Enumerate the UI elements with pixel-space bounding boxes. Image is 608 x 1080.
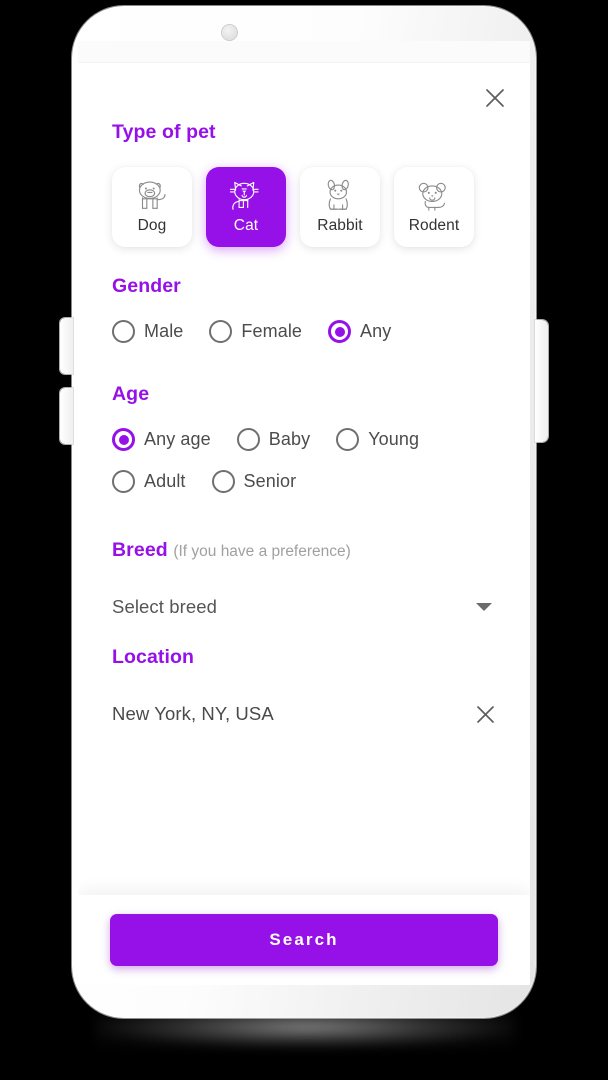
radio-icon bbox=[112, 470, 135, 493]
volume-up-button[interactable] bbox=[60, 318, 73, 374]
age-option-label: Baby bbox=[268, 429, 311, 449]
volume-down-button[interactable] bbox=[60, 388, 73, 444]
gender-title: Gender bbox=[112, 275, 181, 297]
screenshot-root: Type of pet Dog Cat Rabbit Rodent Gender… bbox=[0, 0, 608, 1080]
phone-screen: Type of pet Dog Cat Rabbit Rodent Gender… bbox=[78, 41, 530, 985]
age-option-young[interactable]: Young bbox=[336, 428, 419, 451]
age-options: Any age Baby Young Adult Senior bbox=[112, 428, 496, 493]
pet-type-card-dog[interactable]: Dog bbox=[112, 167, 192, 247]
location-input[interactable]: New York, NY, USA bbox=[112, 693, 496, 735]
pet-type-card-rodent[interactable]: Rodent bbox=[394, 167, 474, 247]
pet-type-label: Dog bbox=[137, 217, 167, 234]
radio-icon bbox=[211, 470, 235, 493]
gender-option-any[interactable]: Any bbox=[328, 320, 391, 343]
gender-options: Male Female Any bbox=[112, 320, 496, 343]
clear-location-button[interactable] bbox=[475, 704, 496, 725]
gender-option-label: Any bbox=[360, 321, 392, 341]
close-icon bbox=[484, 87, 506, 109]
age-option-label: Any age bbox=[144, 429, 211, 449]
age-option-adult[interactable]: Adult bbox=[112, 470, 186, 493]
radio-icon bbox=[236, 428, 260, 451]
front-camera-icon bbox=[222, 25, 237, 40]
cat-icon bbox=[227, 179, 265, 215]
filter-sheet: Type of pet Dog Cat Rabbit Rodent Gender… bbox=[78, 63, 530, 985]
pet-type-title: Type of pet bbox=[112, 121, 216, 143]
age-option-any-age[interactable]: Any age bbox=[112, 428, 211, 451]
status-bar bbox=[78, 41, 530, 63]
age-title: Age bbox=[112, 383, 150, 405]
rabbit-icon bbox=[321, 179, 359, 215]
pet-type-card-cat[interactable]: Cat bbox=[206, 167, 286, 247]
power-button[interactable] bbox=[535, 320, 548, 442]
age-option-senior[interactable]: Senior bbox=[211, 470, 297, 493]
pet-type-label: Cat bbox=[233, 217, 259, 234]
rodent-icon bbox=[415, 179, 453, 215]
pet-type-card-rabbit[interactable]: Rabbit bbox=[300, 167, 380, 247]
radio-icon bbox=[112, 320, 135, 343]
search-bar: Search bbox=[78, 895, 530, 985]
radio-icon-selected bbox=[328, 320, 352, 343]
gender-option-female[interactable]: Female bbox=[209, 320, 302, 343]
filter-form: Type of pet Dog Cat Rabbit Rodent Gender… bbox=[78, 121, 530, 916]
pet-type-label: Rabbit bbox=[317, 217, 363, 234]
gender-option-male[interactable]: Male bbox=[112, 320, 183, 343]
age-option-label: Adult bbox=[144, 471, 186, 491]
dog-icon bbox=[133, 179, 171, 215]
pet-type-label: Rodent bbox=[408, 217, 460, 234]
breed-title: Breed (If you have a preference) bbox=[112, 539, 496, 562]
radio-icon bbox=[336, 428, 360, 451]
breed-select-value: Select breed bbox=[112, 596, 218, 617]
location-title: Location bbox=[112, 646, 195, 668]
age-option-label: Young bbox=[368, 429, 420, 449]
age-option-baby[interactable]: Baby bbox=[236, 428, 311, 451]
radio-icon bbox=[209, 320, 233, 343]
gender-option-label: Male bbox=[144, 321, 184, 341]
age-option-label: Senior bbox=[243, 471, 297, 491]
breed-select[interactable]: Select breed bbox=[112, 586, 496, 628]
pet-type-options: Dog Cat Rabbit Rodent bbox=[112, 167, 496, 247]
breed-title-text: Breed bbox=[112, 539, 168, 561]
search-button[interactable]: Search bbox=[110, 914, 498, 966]
close-sheet-button[interactable] bbox=[478, 81, 512, 115]
breed-title-hint: (If you have a preference) bbox=[173, 543, 351, 560]
location-value: New York, NY, USA bbox=[112, 703, 274, 724]
chevron-down-icon bbox=[476, 603, 492, 611]
gender-option-label: Female bbox=[241, 321, 303, 341]
radio-icon-selected bbox=[112, 428, 135, 451]
